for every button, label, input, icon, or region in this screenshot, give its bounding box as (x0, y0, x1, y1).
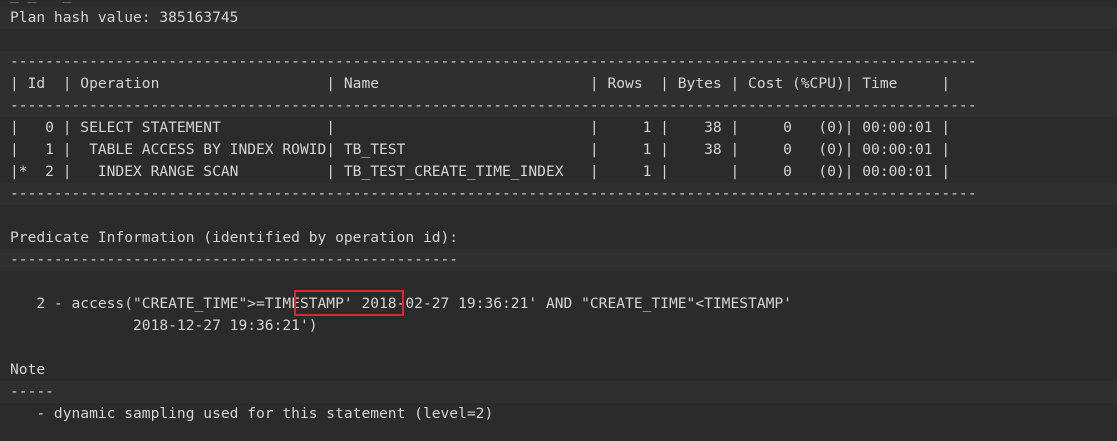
sql-plan-output: _ _ _ Plan hash value: 385163745 -------… (0, 0, 1117, 441)
table-row: | 1 | TABLE ACCESS BY INDEX ROWID| TB_TE… (10, 141, 951, 158)
note-title: Note (10, 361, 46, 378)
timestamp-highlight-box (294, 290, 404, 316)
predicate-access-continuation: 2018-12-27 19:36:21') (10, 317, 318, 334)
table-header-border: ----------------------------------------… (10, 97, 977, 114)
table-row: |* 2 | INDEX RANGE SCAN | TB_TEST_CREATE… (10, 163, 951, 180)
predicate-underline: ----------------------------------------… (10, 251, 459, 268)
table-row: | 0 | SELECT STATEMENT | | 1 | 38 | 0 (0… (10, 119, 951, 136)
plan-hash-line: Plan hash value: 385163745 (10, 9, 239, 26)
table-bottom-border: ----------------------------------------… (10, 185, 977, 202)
row-band (0, 381, 1117, 403)
table-top-border: ----------------------------------------… (10, 53, 977, 70)
table-header: | Id | Operation | Name | Rows | Bytes |… (10, 75, 951, 92)
cropped-previous-line: _ _ _ (10, 0, 72, 2)
predicate-title: Predicate Information (identified by ope… (10, 229, 459, 246)
note-underline: ----- (10, 383, 54, 400)
note-text: - dynamic sampling used for this stateme… (10, 405, 494, 422)
